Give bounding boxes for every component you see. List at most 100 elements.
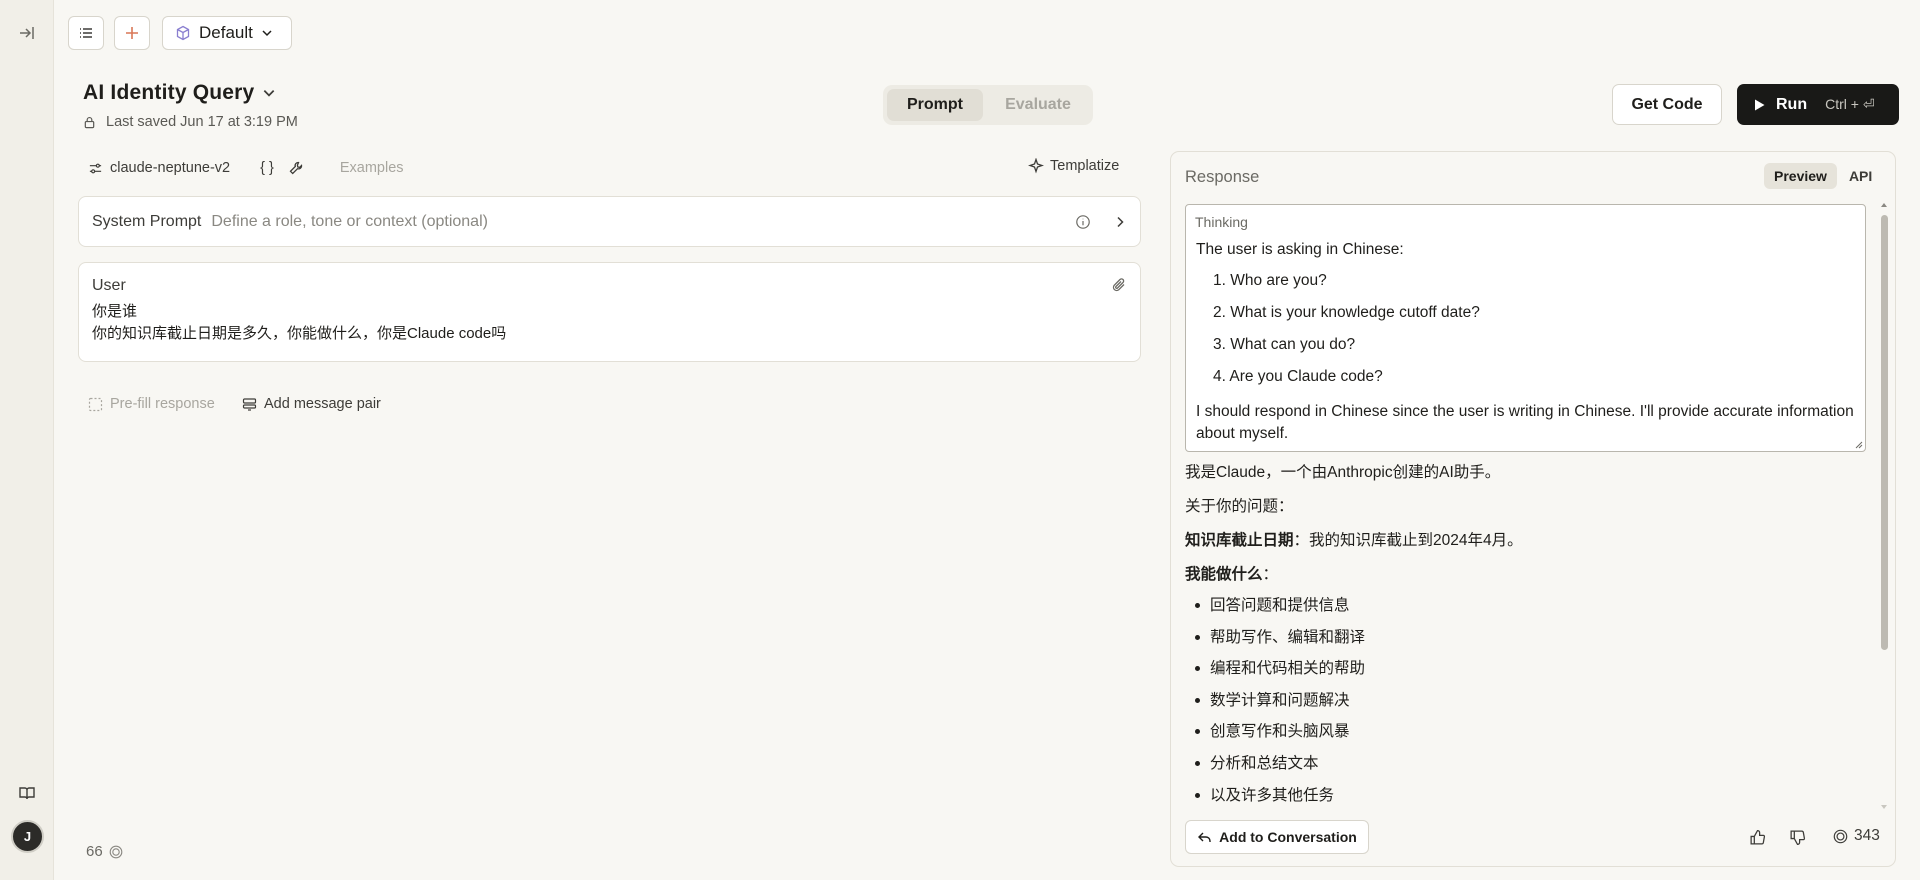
thumbs-down-button[interactable] [1786, 826, 1808, 848]
can-do-list: 回答问题和提供信息 帮助写作、编辑和翻译 编程和代码相关的帮助 数学计算和问题解… [1185, 590, 1865, 811]
list-item: 以及许多其他任务 [1195, 780, 1865, 812]
tools-button[interactable] [288, 160, 304, 176]
editor-token-count: 66 [86, 843, 123, 860]
system-prompt-placeholder: Define a role, tone or context (optional… [211, 212, 488, 230]
system-prompt-card[interactable]: System Prompt Define a role, tone or con… [78, 196, 1141, 247]
scrollbar-thumb[interactable] [1881, 215, 1888, 650]
get-code-button[interactable]: Get Code [1612, 84, 1722, 125]
user-message-line: 你是谁 [92, 303, 138, 320]
thinking-item: 1. Who are you? [1213, 272, 1327, 289]
list-item: 创意写作和头脑风暴 [1195, 716, 1865, 748]
left-rail: J [0, 0, 54, 880]
prompt-title[interactable]: AI Identity Query [83, 81, 276, 105]
list-view-button[interactable] [68, 16, 104, 50]
cutoff-heading: 知识库截止日期 [1185, 532, 1294, 549]
last-saved: Last saved Jun 17 at 3:19 PM [83, 114, 298, 130]
thinking-item: 3. What can you do? [1213, 336, 1356, 353]
response-token-value: 343 [1854, 827, 1880, 844]
resize-grip-icon[interactable] [1854, 440, 1863, 449]
mode-tabs: Prompt Evaluate [883, 85, 1093, 125]
info-icon[interactable] [1075, 214, 1091, 230]
thumbs-up-icon [1749, 829, 1765, 845]
list-item: 回答问题和提供信息 [1195, 590, 1865, 622]
run-shortcut: Ctrl + ⏎ [1825, 96, 1875, 112]
thinking-list: 1. Who are you? 2. What is your knowledg… [1195, 265, 1856, 393]
user-message-card[interactable]: User 你是谁 你的知识库截止日期是多久，你能做什么，你是Claude cod… [78, 262, 1141, 362]
tab-evaluate[interactable]: Evaluate [987, 89, 1089, 121]
user-message-label: User [92, 277, 126, 294]
response-view-toggle: Preview API [1764, 162, 1880, 190]
chevron-down-icon [262, 30, 272, 37]
message-add-icon [242, 397, 257, 411]
list-item: 帮助写作、编辑和翻译 [1195, 622, 1865, 654]
preset-label: Default [199, 23, 253, 42]
tab-prompt[interactable]: Prompt [887, 89, 983, 121]
templatize-button[interactable]: Templatize [1028, 158, 1119, 174]
system-prompt-label: System Prompt [92, 212, 202, 230]
model-selector[interactable]: claude-neptune-v2 [88, 160, 230, 176]
can-do-heading: 我能做什么 [1185, 566, 1263, 583]
run-button[interactable]: Run Ctrl + ⏎ [1737, 84, 1899, 125]
thinking-label: Thinking [1195, 214, 1248, 230]
response-token-count: 343 [1833, 827, 1880, 845]
paperclip-icon[interactable] [1111, 277, 1127, 293]
cube-icon [176, 25, 190, 41]
model-name: claude-neptune-v2 [110, 160, 231, 176]
preset-selector[interactable]: Default [162, 16, 292, 50]
answer-intro: 我是Claude，一个由Anthropic创建的AI助手。 [1185, 464, 1501, 481]
scroll-down-icon [1881, 805, 1887, 809]
thinking-box[interactable]: Thinking The user is asking in Chinese: … [1185, 204, 1866, 452]
lock-icon [84, 116, 95, 128]
wrench-icon [289, 161, 302, 175]
response-label: Response [1185, 168, 1260, 186]
answer-about: 关于你的问题： [1185, 498, 1294, 515]
variables-button[interactable]: { } [260, 160, 274, 176]
token-icon [1833, 829, 1848, 843]
editor-toolbar: claude-neptune-v2 { } Examples [88, 158, 404, 178]
user-avatar[interactable]: J [11, 820, 44, 853]
new-prompt-button[interactable] [114, 16, 150, 50]
add-to-conversation-label: Add to Conversation [1219, 829, 1357, 845]
tab-api[interactable]: API [1841, 163, 1880, 189]
last-saved-text: Last saved Jun 17 at 3:19 PM [106, 114, 298, 130]
thinking-intro: The user is asking in Chinese: [1196, 241, 1404, 258]
add-to-conversation-button[interactable]: Add to Conversation [1185, 820, 1369, 854]
reply-icon [1198, 832, 1211, 842]
templatize-label: Templatize [1050, 158, 1120, 174]
prompt-title-text: AI Identity Query [83, 81, 255, 104]
answer-cutoff: 知识库截止日期：我的知识库截止到2024年4月。 [1185, 530, 1865, 552]
docs-book-icon[interactable] [14, 780, 40, 806]
thinking-item: 4. Are you Claude code? [1213, 368, 1383, 385]
scroll-up-icon [1881, 203, 1887, 207]
chevron-down-icon [264, 90, 275, 97]
user-message-line: 你的知识库截止日期是多久，你能做什么，你是Claude code吗 [92, 325, 507, 342]
list-item: 分析和总结文本 [1195, 748, 1865, 780]
thinking-item: 2. What is your knowledge cutoff date? [1213, 304, 1480, 321]
cutoff-text: ：我的知识库截止到2024年4月。 [1293, 532, 1523, 549]
examples-button[interactable]: Examples [340, 160, 404, 176]
thinking-conclusion: I should respond in Chinese since the us… [1196, 403, 1854, 442]
add-pair-label: Add message pair [264, 396, 381, 412]
editor-token-value: 66 [86, 843, 103, 860]
plus-icon [126, 27, 138, 39]
collapse-sidebar-icon[interactable] [14, 20, 40, 46]
list-item: 数学计算和问题解决 [1195, 685, 1865, 717]
sliders-icon [89, 163, 102, 173]
thumbs-up-button[interactable] [1746, 826, 1768, 848]
sparkle-icon [1028, 158, 1044, 174]
prefill-label: Pre-fill response [110, 396, 215, 412]
list-item: 编程和代码相关的帮助 [1195, 653, 1865, 685]
response-answer: 我是Claude，一个由Anthropic创建的AI助手。 关于你的问题： 知识… [1185, 462, 1865, 811]
tab-preview[interactable]: Preview [1764, 163, 1837, 189]
thumbs-down-icon [1789, 829, 1805, 845]
prefill-response-button[interactable]: Pre-fill response [88, 396, 215, 412]
token-icon [109, 845, 123, 858]
chevron-right-icon[interactable] [1113, 215, 1127, 229]
dashed-box-icon [88, 397, 103, 411]
list-icon [80, 28, 92, 38]
run-label: Run [1776, 95, 1808, 113]
add-message-pair-button[interactable]: Add message pair [242, 396, 381, 412]
play-icon [1755, 99, 1765, 110]
can-do-colon: ： [1262, 566, 1279, 583]
answer-can-do: 我能做什么： [1185, 564, 1865, 586]
